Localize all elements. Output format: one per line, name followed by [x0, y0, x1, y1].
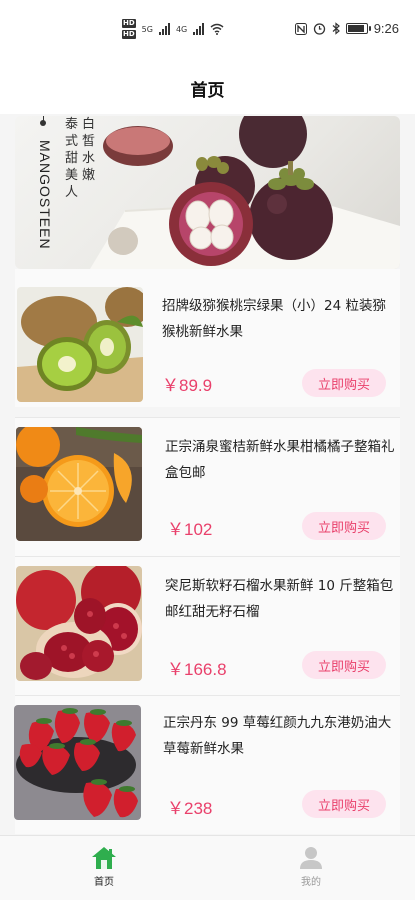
tab-mine[interactable]: 我的 — [281, 846, 341, 888]
product-price: ￥102 — [167, 520, 213, 539]
hd-badge-2: HD — [122, 30, 136, 39]
banner-english-text: MANGOSTEEN — [37, 140, 53, 250]
banner-slogan-col-1: 白 皙 水 嫩 — [82, 116, 95, 201]
product-image-orange[interactable] — [16, 427, 142, 541]
bluetooth-icon — [332, 22, 340, 35]
hd-badges: HD HD — [122, 18, 136, 40]
hd-badge-1: HD — [122, 19, 136, 28]
tab-bar: 首页 我的 — [0, 835, 415, 900]
slogan-char: 水 — [82, 151, 96, 166]
banner[interactable]: MANGOSTEEN 泰 式 甜 美 人 白 皙 水 嫩 — [15, 116, 400, 269]
banner-slogan: 泰 式 甜 美 人 白 皙 水 嫩 — [65, 116, 95, 201]
buy-now-button[interactable]: 立即购买 — [302, 790, 386, 818]
product-price: ￥166.8 — [167, 660, 227, 679]
buy-now-button[interactable]: 立即购买 — [302, 651, 386, 679]
alarm-icon — [313, 23, 325, 35]
slogan-char: 人 — [65, 185, 79, 200]
product-name[interactable]: 正宗涌泉蜜桔新鲜水果柑橘橘子整箱礼盒包邮 — [165, 434, 395, 486]
buy-now-button[interactable]: 立即购买 — [302, 512, 386, 540]
product-name[interactable]: 突尼斯软籽石榴水果新鲜 10 斤整箱包邮红甜无籽石榴 — [165, 573, 395, 625]
product-name[interactable]: 招牌级猕猴桃宗绿果（小）24 粒装猕猴桃新鲜水果 — [162, 293, 392, 345]
nfc-icon — [294, 22, 307, 35]
slogan-char: 式 — [65, 134, 79, 149]
nav-bar: 首页 — [0, 62, 415, 114]
tab-home[interactable]: 首页 — [74, 846, 134, 888]
slogan-char: 白 — [82, 117, 96, 132]
product-card[interactable]: 正宗涌泉蜜桔新鲜水果柑橘橘子整箱礼盒包邮 ￥102 立即购买 — [15, 418, 400, 556]
battery-icon — [345, 23, 371, 34]
banner-dot — [40, 120, 46, 126]
product-price: ￥238 — [167, 799, 213, 818]
wifi-icon — [210, 23, 224, 35]
user-icon — [300, 847, 322, 869]
slogan-char: 皙 — [82, 134, 96, 149]
product-price: ￥89.9 — [162, 376, 213, 395]
product-image-kiwi[interactable] — [17, 287, 143, 402]
status-bar: HD HD 5G 4G 9:26 — [0, 0, 415, 62]
product-card[interactable]: 招牌级猕猴桃宗绿果（小）24 粒装猕猴桃新鲜水果 ￥89.9 立即购买 — [15, 269, 400, 407]
banner-slogan-col-2: 泰 式 甜 美 人 — [65, 116, 78, 201]
slogan-char: 泰 — [65, 117, 79, 132]
slogan-char: 美 — [65, 168, 79, 183]
system-indicators: 9:26 — [294, 21, 399, 36]
home-icon — [92, 847, 116, 869]
network-label-1: 5G — [141, 24, 153, 34]
product-card[interactable]: 正宗丹东 99 草莓红颜九九东港奶油大草莓新鲜水果 ￥238 立即购买 — [14, 696, 400, 834]
tab-home-label: 首页 — [94, 877, 114, 888]
signal-indicators: HD HD 5G 4G — [122, 18, 224, 40]
product-card[interactable]: 突尼斯软籽石榴水果新鲜 10 斤整箱包邮红甜无籽石榴 ￥166.8 立即购买 — [15, 557, 400, 695]
tab-mine-label: 我的 — [301, 877, 321, 888]
slogan-char: 嫩 — [82, 168, 96, 183]
signal-bars-icon — [158, 23, 170, 35]
slogan-char: 甜 — [65, 151, 79, 166]
clock: 9:26 — [373, 21, 399, 36]
product-name[interactable]: 正宗丹东 99 草莓红颜九九东港奶油大草莓新鲜水果 — [163, 710, 393, 762]
page-title: 首页 — [190, 80, 225, 101]
signal-bars-icon-2 — [193, 23, 205, 35]
buy-now-button[interactable]: 立即购买 — [302, 369, 386, 397]
product-image-strawberry[interactable] — [14, 705, 141, 820]
product-image-pomegranate[interactable] — [16, 566, 142, 681]
network-label-2: 4G — [175, 24, 188, 34]
